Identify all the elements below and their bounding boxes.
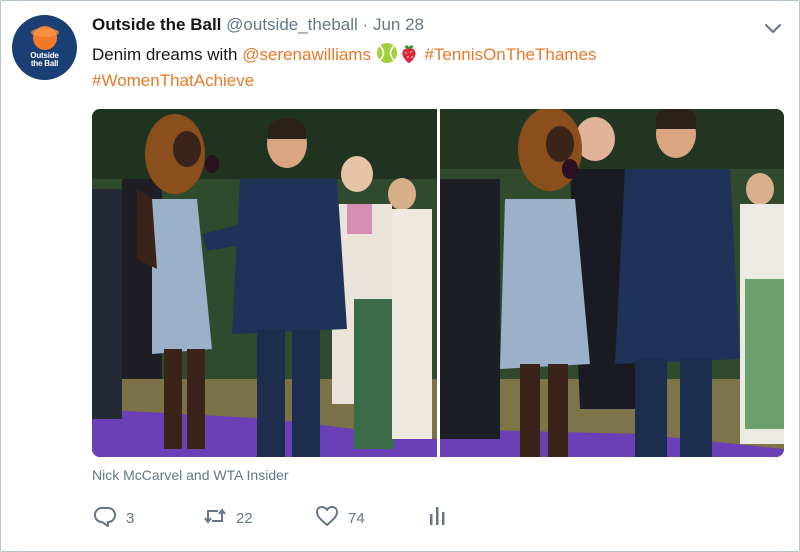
media-caption[interactable]: Nick McCarvel and WTA Insider bbox=[92, 467, 289, 483]
tweet-header: Outside the Ball @outside_theball · Jun … bbox=[92, 15, 424, 35]
tennis-ball-icon bbox=[376, 42, 398, 64]
user-handle[interactable]: @outside_theball bbox=[226, 15, 358, 34]
photo-left[interactable] bbox=[92, 109, 437, 457]
tweet-date[interactable]: Jun 28 bbox=[373, 15, 424, 34]
analytics-button[interactable] bbox=[425, 505, 459, 531]
avatar-brand-line2: the Ball bbox=[30, 59, 59, 68]
retweet-count: 22 bbox=[236, 509, 253, 527]
retweet-button[interactable]: 22 bbox=[202, 505, 253, 531]
tennis-ball-logo-icon bbox=[31, 26, 59, 50]
retweet-icon bbox=[202, 503, 236, 533]
mention-link[interactable]: @serenawilliams bbox=[242, 45, 371, 64]
tweet-text-prefix: Denim dreams with bbox=[92, 45, 243, 64]
avatar[interactable]: Outside the Ball bbox=[12, 15, 77, 80]
tweet-actions: 3 22 74 bbox=[92, 505, 512, 531]
separator-dot: · bbox=[362, 15, 369, 34]
reply-count: 3 bbox=[126, 509, 135, 527]
photo-right[interactable] bbox=[440, 109, 784, 457]
hashtag-link-1[interactable]: #TennisOnTheThames bbox=[424, 45, 596, 64]
analytics-icon bbox=[425, 503, 459, 533]
strawberry-icon bbox=[398, 42, 420, 64]
heart-icon bbox=[314, 503, 348, 533]
like-button[interactable]: 74 bbox=[314, 505, 365, 531]
hashtag-link-2[interactable]: #WomenThatAchieve bbox=[92, 71, 254, 90]
tweet-text: Denim dreams with @serenawilliams #Tenni… bbox=[92, 42, 782, 94]
chevron-down-icon[interactable] bbox=[762, 18, 784, 40]
like-count: 74 bbox=[348, 509, 365, 527]
reply-icon bbox=[92, 503, 126, 533]
reply-button[interactable]: 3 bbox=[92, 505, 134, 531]
display-name[interactable]: Outside the Ball bbox=[92, 15, 221, 34]
avatar-brand-text: Outside the Ball bbox=[12, 52, 77, 68]
